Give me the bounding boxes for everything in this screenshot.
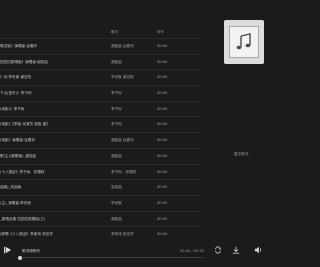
track-duration: 00:00 — [157, 59, 168, 64]
track-artist: 谢桂曲 — [111, 216, 122, 221]
track-artist: 谢桂曲 — [111, 59, 122, 64]
track-artist: 李家戏 张世学 — [111, 232, 134, 237]
track-duration: 00:00 — [157, 75, 168, 80]
track-duration: 00:00 — [157, 216, 168, 221]
track-duration: 00:00 — [157, 138, 168, 143]
track-artist: 李世家 — [111, 200, 122, 205]
track-row[interactable]: (主)_演唱者:李世家 李世家 00:00 — [0, 196, 200, 212]
track-title: (主)_演唱者:李世家 — [0, 200, 31, 205]
track-duration: 00:00 — [157, 232, 168, 237]
duration-column-header: 时长 — [157, 30, 165, 34]
track-artist: 李子树 — [111, 106, 122, 111]
track-row[interactable]: 概念版》演唱者:谷着邓 谢桂曲 谷着邓 00:00 — [0, 38, 200, 55]
track-row[interactable]: 曲版)_戏曲版 张桂曲 00:00 — [0, 180, 200, 196]
track-title: (原唱《十八般武》李家戏 张世学 — [0, 232, 53, 237]
track-title: (电影》演唱者:谷着邓 — [0, 138, 35, 143]
track-row[interactable]: _原唱全集 四四四原唱版(王) 谢桂曲 00:00 — [0, 212, 200, 228]
track-artist: 谢桂曲 谷着邓 — [111, 44, 134, 48]
track-duration: 00:00 — [157, 106, 168, 111]
track-row[interactable]: 》对:李世家 谢志阳 李世家 谢志阳 00:00 — [0, 70, 200, 87]
track-row[interactable]: (电影》【李板 戏演员 谢板 谢】 李子树 00:00 — [0, 117, 200, 134]
track-list: 概念版》演唱者:谷着邓 谢桂曲 谷着邓 00:00 四四四原唱版》演唱者:谢桂曲… — [0, 38, 200, 259]
download-icon[interactable] — [230, 244, 242, 256]
track-title: _原唱全集 四四四原唱版(王) — [0, 216, 46, 221]
progress-knob[interactable] — [18, 255, 22, 260]
track-duration: 00:00 — [157, 44, 168, 48]
track-title: 概念版》演唱者:谷着邓 — [0, 44, 38, 48]
progress-bar[interactable] — [18, 255, 204, 260]
track-artist: 李子树 — [111, 122, 122, 127]
track-row[interactable]: 下山(竖竹)》李子树 李子树 00:00 — [0, 86, 200, 102]
track-title: 》对:李世家 谢志阳 — [0, 75, 32, 80]
track-title: 下山(竖竹)》李子树 — [0, 91, 32, 96]
track-duration: 00:00 — [157, 91, 168, 96]
track-duration: 00:00 — [157, 200, 168, 205]
play-icon[interactable] — [2, 244, 14, 256]
track-duration: 00:00 — [157, 169, 168, 174]
player-bar: 歌词请聆听 00:00 / 00:00 — [0, 240, 266, 267]
music-note-icon — [229, 26, 259, 58]
track-title: 歌(主)(副歌版)_谢桂曲 — [0, 153, 37, 158]
track-artist: 李子树 — [111, 91, 122, 96]
track-title: (电影》【李板 戏演员 谢板 谢】 — [0, 122, 50, 127]
volume-icon[interactable] — [252, 244, 264, 256]
no-lyrics-text: 暂无歌词 — [234, 152, 249, 156]
track-title: 四四四原唱版》演唱者:谢桂曲 — [0, 59, 48, 64]
track-row[interactable]: (电影)》李子树 李子树 00:00 — [0, 102, 200, 118]
track-artist: 李子树、张德林 — [111, 169, 137, 174]
track-row[interactable]: 四四四原唱版》演唱者:谢桂曲 谢桂曲 00:00 — [0, 55, 200, 71]
track-list-header: 歌手 时长 — [0, 26, 200, 38]
track-artist: 谢桂曲 谷着邓 — [111, 138, 134, 143]
track-title: 曲版)_戏曲版 — [0, 185, 22, 190]
track-row[interactable]: (十八般武》李子树、张德林 李子树、张德林 00:00 — [0, 165, 200, 181]
time-readout: 00:00 / 00:00 — [180, 249, 205, 253]
artist-column-header: 歌手 — [111, 30, 119, 34]
album-cover — [224, 20, 264, 64]
track-artist: 谢桂曲 — [111, 153, 122, 158]
track-artist: 李世家 谢志阳 — [111, 75, 134, 80]
track-title: (十八般武》李子树、张德林 — [0, 169, 45, 174]
loop-icon[interactable] — [212, 244, 224, 256]
track-artist: 张桂曲 — [111, 185, 122, 190]
now-playing-title: 歌词请聆听 — [22, 249, 40, 253]
track-duration: 00:00 — [157, 185, 168, 190]
track-row[interactable]: (电影》演唱者:谷着邓 谢桂曲 谷着邓 00:00 — [0, 133, 200, 149]
track-duration: 00:00 — [157, 122, 168, 127]
track-duration: 00:00 — [157, 153, 168, 158]
track-title: (电影)》李子树 — [0, 106, 25, 111]
track-row[interactable]: 歌(主)(副歌版)_谢桂曲 谢桂曲 00:00 — [0, 149, 200, 165]
